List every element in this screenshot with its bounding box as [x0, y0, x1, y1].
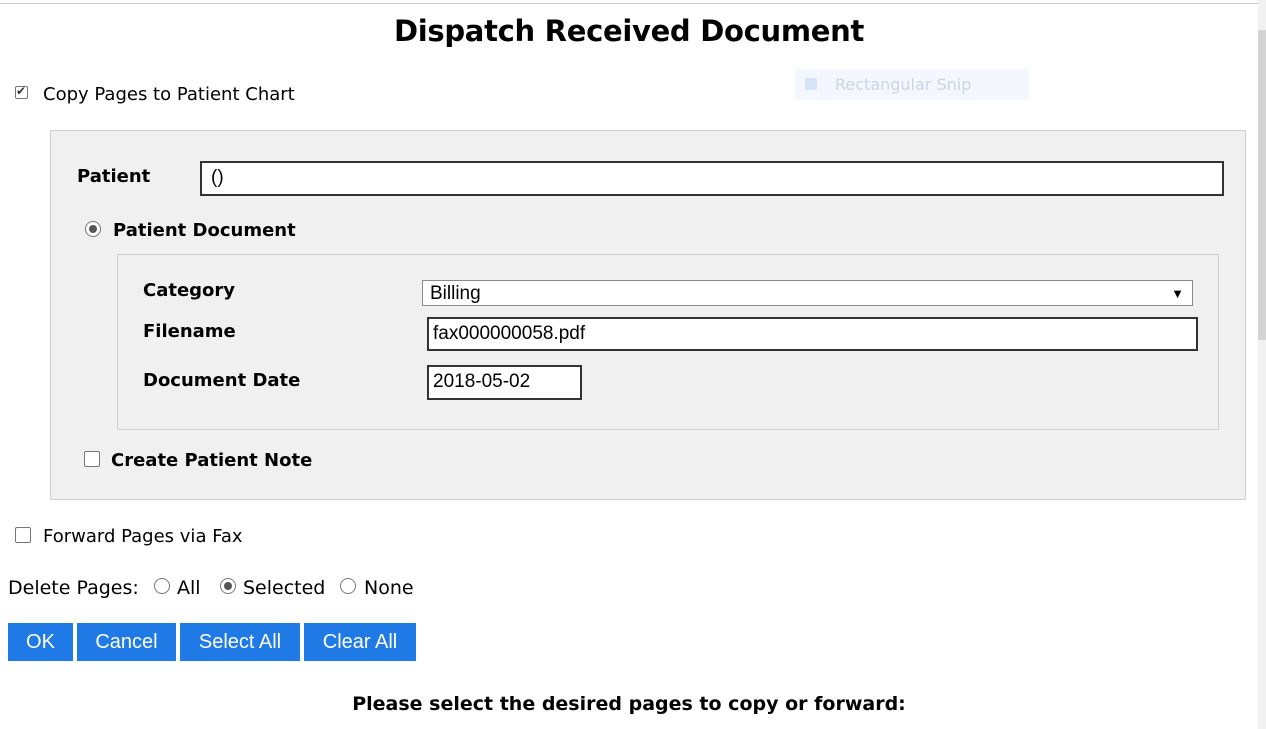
delete-none-label: None	[364, 577, 414, 599]
chevron-down-icon: ▼	[1171, 286, 1184, 301]
copy-pages-checkbox[interactable]	[15, 84, 28, 99]
snip-icon	[805, 78, 817, 90]
delete-selected-radio[interactable]	[220, 578, 236, 594]
clear-all-button[interactable]: Clear All	[304, 623, 416, 661]
top-divider	[0, 3, 1258, 4]
forward-fax-label: Forward Pages via Fax	[43, 526, 243, 547]
forward-fax-checkbox[interactable]	[15, 527, 31, 543]
delete-pages-label: Delete Pages:	[8, 577, 139, 599]
delete-all-radio[interactable]	[154, 578, 170, 594]
category-select[interactable]: Billing ▼	[422, 280, 1193, 306]
select-all-button[interactable]: Select All	[180, 623, 300, 661]
snip-overlay: Rectangular Snip	[795, 69, 1029, 100]
patient-document-label: Patient Document	[113, 220, 296, 241]
filename-label: Filename	[143, 321, 236, 342]
delete-selected-label: Selected	[243, 577, 326, 599]
document-date-label: Document Date	[143, 370, 301, 391]
create-note-label: Create Patient Note	[111, 450, 313, 471]
category-selected-value: Billing	[430, 283, 481, 304]
copy-pages-label: Copy Pages to Patient Chart	[43, 84, 295, 105]
category-label: Category	[143, 280, 236, 301]
patient-document-radio[interactable]	[85, 221, 101, 237]
filename-input[interactable]: fax000000058.pdf	[427, 317, 1198, 351]
create-note-checkbox[interactable]	[84, 451, 100, 467]
delete-all-label: All	[177, 577, 201, 599]
scrollbar-thumb[interactable]	[1258, 30, 1266, 340]
snip-label: Rectangular Snip	[835, 75, 972, 94]
vertical-scrollbar[interactable]	[1258, 0, 1266, 729]
document-date-input[interactable]: 2018-05-02	[427, 365, 582, 400]
ok-button[interactable]: OK	[8, 623, 73, 661]
page-title: Dispatch Received Document	[393, 14, 865, 48]
cancel-button[interactable]: Cancel	[77, 623, 176, 661]
patient-input[interactable]: ()	[200, 161, 1224, 196]
page-selection-instructions: Please select the desired pages to copy …	[352, 693, 906, 715]
delete-none-radio[interactable]	[340, 578, 356, 594]
patient-label: Patient	[77, 166, 151, 187]
